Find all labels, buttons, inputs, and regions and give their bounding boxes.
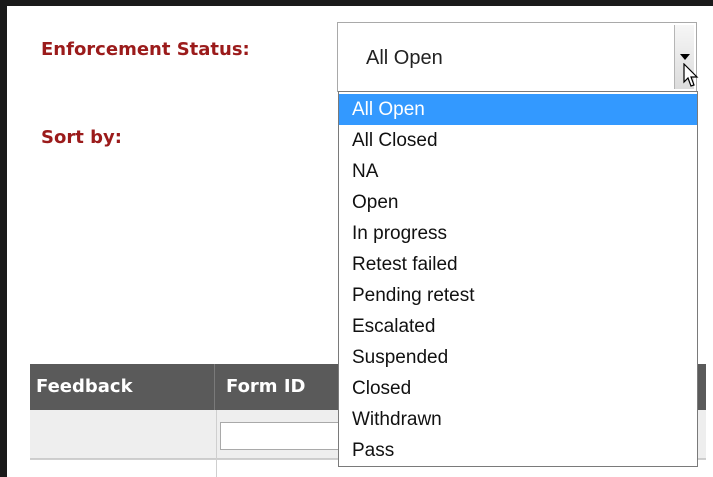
column-divider xyxy=(216,410,217,477)
dropdown-option-closed[interactable]: Closed xyxy=(339,373,697,404)
mouse-pointer-icon xyxy=(683,63,699,87)
column-header-feedback[interactable]: Feedback xyxy=(36,364,215,410)
dropdown-option-open[interactable]: Open xyxy=(339,187,697,218)
dropdown-option-in-progress[interactable]: In progress xyxy=(339,218,697,249)
dropdown-option-retest-failed[interactable]: Retest failed xyxy=(339,249,697,280)
dropdown-option-withdrawn[interactable]: Withdrawn xyxy=(339,404,697,435)
status-dropdown-list[interactable]: All Open All Closed NA Open In progress … xyxy=(338,91,698,467)
dropdown-option-escalated[interactable]: Escalated xyxy=(339,311,697,342)
dropdown-option-all-open[interactable]: All Open xyxy=(339,94,697,125)
dropdown-option-pass[interactable]: Pass xyxy=(339,435,697,466)
select-current-value: All Open xyxy=(366,47,443,69)
dropdown-option-pending-retest[interactable]: Pending retest xyxy=(339,280,697,311)
enforcement-status-label: Enforcement Status: xyxy=(41,39,250,60)
dropdown-option-all-closed[interactable]: All Closed xyxy=(339,125,697,156)
dropdown-option-na[interactable]: NA xyxy=(339,156,697,187)
dropdown-option-suspended[interactable]: Suspended xyxy=(339,342,697,373)
sort-by-label: Sort by: xyxy=(41,127,122,148)
enforcement-status-select[interactable]: All Open xyxy=(337,22,697,92)
